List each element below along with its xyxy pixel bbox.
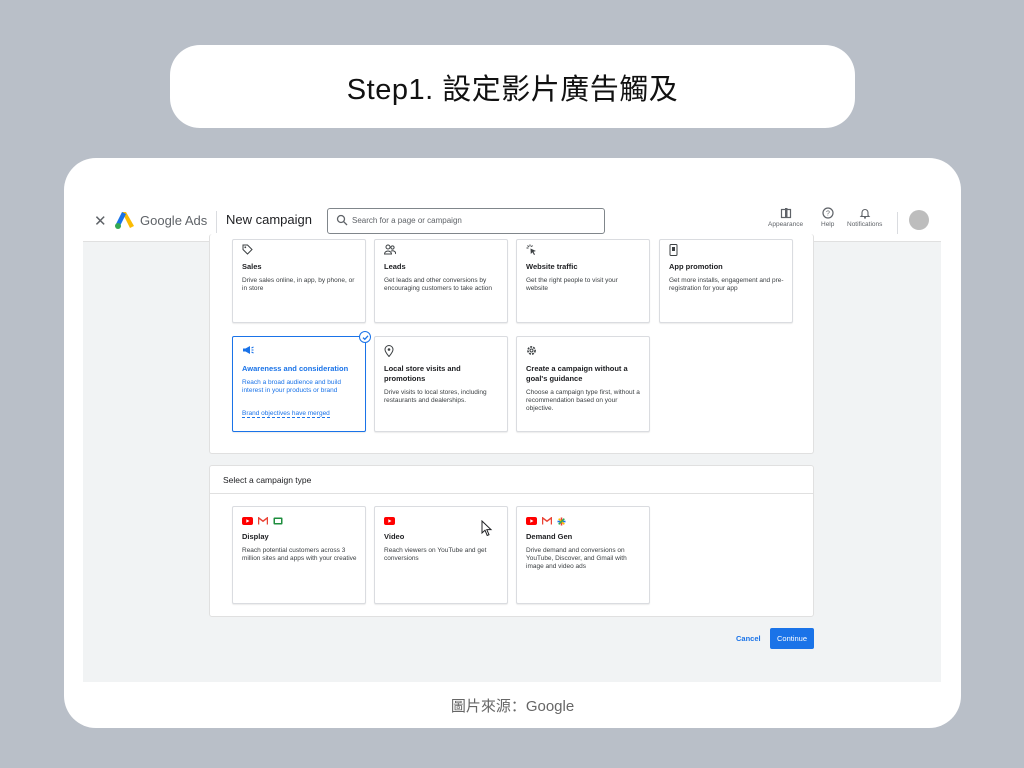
gmail-icon (542, 517, 552, 525)
goal-tile-no-guidance[interactable]: Create a campaign without a goal's guida… (516, 336, 650, 432)
slide-title-banner: Step1. 設定影片廣告觸及 (170, 45, 855, 128)
campaign-type-header: Select a campaign type (210, 466, 813, 494)
goal-tile-website-traffic[interactable]: Website traffic Get the right people to … (516, 239, 650, 323)
svg-text:?: ? (826, 211, 830, 218)
campaign-tile-demand-gen[interactable]: Demand Gen Drive demand and conversions … (516, 506, 650, 604)
goal-panel: Sales Drive sales online, in app, by pho… (209, 234, 814, 454)
campaign-title: Display (242, 532, 269, 541)
campaign-description: Reach potential customers across 3 milli… (242, 547, 357, 562)
tag-icon (242, 244, 253, 255)
campaign-title: Demand Gen (526, 532, 573, 541)
product-icons (526, 517, 566, 526)
cursor-click-icon (526, 244, 536, 255)
screenshot-frame: ✕ Google Ads New campaign Search for a p… (64, 158, 961, 728)
divider (216, 211, 217, 233)
youtube-icon (242, 517, 253, 525)
goal-title: Leads (384, 262, 406, 271)
display-network-icon (273, 517, 283, 525)
help-button[interactable]: ? Help (821, 207, 834, 228)
help-label: Help (821, 221, 835, 228)
appearance-icon (780, 208, 791, 219)
search-placeholder: Search for a page or campaign (352, 216, 462, 225)
campaign-tile-display[interactable]: Display Reach potential customers across… (232, 506, 366, 604)
slide-title: Step1. 設定影片廣告觸及 (346, 73, 679, 106)
goal-title: App promotion (669, 262, 723, 271)
mouse-pointer-icon (481, 520, 493, 537)
search-input[interactable]: Search for a page or campaign (327, 208, 605, 234)
goal-description: Get the right people to visit your websi… (526, 277, 618, 292)
gear-icon (527, 346, 536, 355)
goal-tile-sales[interactable]: Sales Drive sales online, in app, by pho… (232, 239, 366, 323)
notifications-button[interactable]: Notifications (847, 207, 882, 228)
divider (897, 212, 898, 234)
goal-tile-local-store[interactable]: Local store visits and promotions Drive … (374, 336, 508, 432)
google-ads-window: ✕ Google Ads New campaign Search for a p… (83, 204, 941, 682)
google-ads-logo-icon (115, 212, 134, 229)
notifications-label: Notifications (847, 221, 883, 228)
search-icon (336, 214, 348, 226)
youtube-icon (526, 517, 537, 525)
bell-icon (859, 209, 871, 219)
goal-tile-awareness[interactable]: Awareness and consideration Reach a broa… (232, 331, 371, 432)
goal-description: Choose a campaign type first, without a … (526, 389, 640, 412)
section-title: Select a campaign type (223, 475, 312, 485)
continue-button[interactable]: Continue (770, 628, 814, 649)
close-icon[interactable]: ✕ (94, 212, 107, 230)
campaign-description: Drive demand and conversions on YouTube,… (526, 547, 627, 570)
campaign-type-panel: Select a campaign type Display Reach pot… (209, 465, 814, 617)
goal-title: Sales (242, 262, 262, 271)
goal-title: Website traffic (526, 262, 578, 271)
discover-icon (557, 517, 566, 526)
goal-tile-leads[interactable]: Leads Get leads and other conversions by… (374, 239, 508, 323)
goal-description: Drive sales online, in app, by phone, or… (242, 277, 355, 292)
phone-icon (669, 244, 678, 256)
appearance-button[interactable]: Appearance (768, 207, 803, 228)
campaign-description: Reach viewers on YouTube and get convers… (384, 547, 487, 562)
help-icon: ? (822, 207, 834, 219)
youtube-icon (384, 517, 395, 525)
cancel-button[interactable]: Cancel (736, 634, 761, 643)
goal-title: Awareness and consideration (242, 364, 349, 373)
gmail-icon (258, 517, 268, 525)
appearance-label: Appearance (768, 221, 804, 228)
people-icon (384, 244, 396, 255)
goal-description: Reach a broad audience and build interes… (242, 379, 342, 394)
product-icons (384, 517, 395, 525)
brand-objectives-link[interactable]: Brand objectives have merged (242, 410, 330, 418)
goal-description: Drive visits to local stores, including … (384, 389, 487, 404)
page-title: New campaign (226, 212, 312, 227)
avatar[interactable] (909, 210, 929, 230)
image-source-caption: 圖片來源：Google (450, 698, 575, 715)
brand-name: Google Ads (140, 213, 208, 228)
goal-tile-app-promotion[interactable]: App promotion Get more installs, engagem… (659, 239, 793, 323)
goal-description: Get leads and other conversions by encou… (384, 277, 493, 292)
location-pin-icon (384, 345, 394, 357)
selected-check-icon (359, 331, 371, 343)
goal-title: Local store visits and promotions (384, 364, 461, 383)
goal-title: Create a campaign without a goal's guida… (526, 364, 628, 383)
megaphone-icon (243, 346, 254, 354)
goal-description: Get more installs, engagement and pre-re… (669, 277, 784, 292)
product-icons (242, 517, 283, 525)
